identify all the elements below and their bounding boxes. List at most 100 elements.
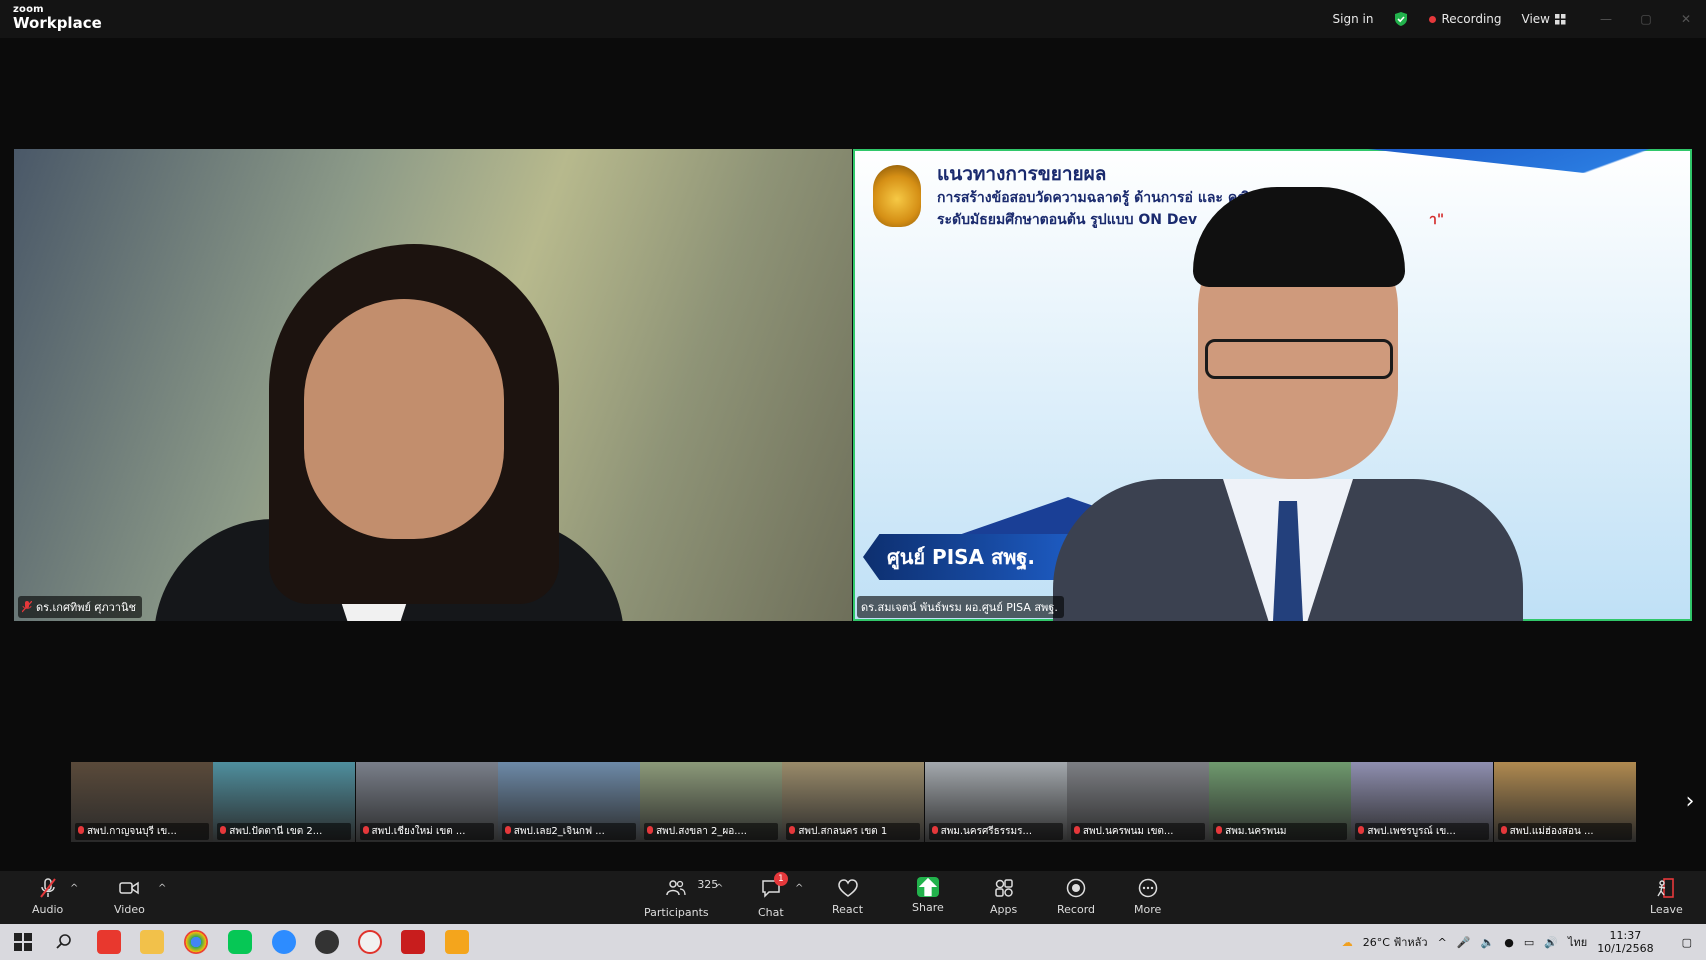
pisa-banner: ศูนย์ PISA สพฐ. xyxy=(863,534,1068,580)
gallery-thumbnail[interactable]: สพม.นครศรีธรรมร... xyxy=(924,762,1067,842)
gallery-thumbnail[interactable]: สพป.นครพนม เขต... xyxy=(1066,762,1209,842)
chevron-up-icon[interactable]: ^ xyxy=(1438,936,1447,949)
leave-button[interactable]: Leave xyxy=(1650,877,1683,916)
chrome-icon[interactable] xyxy=(184,930,208,954)
obs-app-icon[interactable] xyxy=(315,930,339,954)
meeting-toolbar: Audio ^ Video ^ 325 Participants ^ 1 Cha… xyxy=(0,871,1706,924)
grid-icon xyxy=(1555,13,1566,24)
logo-big: Workplace xyxy=(13,14,102,32)
gallery-thumbnail-label: สพป.เพชรบูรณ์ เข... xyxy=(1355,823,1490,840)
zoom-app-icon[interactable] xyxy=(272,930,296,954)
taskbar-clock[interactable]: 11:37 10/1/2568 xyxy=(1597,929,1653,955)
gallery-thumbnail[interactable]: สพป.เพชรบูรณ์ เข... xyxy=(1351,762,1494,842)
gallery-thumbnail[interactable]: สพป.สงขลา 2_ผอ.... xyxy=(640,762,783,842)
heart-icon xyxy=(837,879,858,897)
mic-muted-icon xyxy=(39,878,56,898)
notification-icon[interactable]: ▢ xyxy=(1682,936,1692,949)
gallery-thumbnail-label: สพป.กาญจนบุรี เข... xyxy=(75,823,209,840)
video-tile-left[interactable]: ดร.เกศทิพย์ ศุภวานิช xyxy=(14,149,852,621)
maximize-button[interactable]: ▢ xyxy=(1626,12,1666,26)
gallery-thumbnail[interactable]: สพป.สกลนคร เขต 1 xyxy=(782,762,925,842)
video-button[interactable]: Video xyxy=(114,877,145,916)
gallery-thumbnail[interactable]: สพป.กาญจนบุรี เข... xyxy=(71,762,213,842)
gallery-thumbnail-label: สพป.เลย2_เจินกฟ ... xyxy=(501,823,636,840)
acrobat-icon[interactable] xyxy=(401,930,425,954)
chat-button[interactable]: 1 Chat xyxy=(758,872,788,919)
zoom-window: zoom Workplace Sign in Recording View — … xyxy=(0,0,1706,960)
line-app-icon[interactable] xyxy=(228,930,252,954)
participant-name-tag: ดร.เกศทิพย์ ศุภวานิช xyxy=(18,596,142,618)
video-label: Video xyxy=(114,903,145,916)
video-options-caret[interactable]: ^ xyxy=(158,883,166,894)
participant-face xyxy=(304,299,504,539)
chat-badge: 1 xyxy=(773,872,788,886)
volume-icon[interactable]: 🔊 xyxy=(1544,936,1558,949)
zoom-logo: zoom Workplace xyxy=(13,5,102,31)
title-bar-right: Sign in Recording View — ▢ ✕ xyxy=(1333,0,1706,38)
chat-label: Chat xyxy=(758,906,784,919)
windows-taskbar: ☁ 26°C ฟ้าหลัว ^ 🎤 🔈 ● ▭ 🔊 ไทย 11:37 10/… xyxy=(0,924,1706,960)
slide-quote-fragment: า" xyxy=(1429,212,1445,228)
gallery-thumbnail-label: สพป.ปัตตานี เขต 2... xyxy=(217,823,352,840)
gallery-next-button[interactable]: › xyxy=(1680,790,1700,814)
gallery-thumbnail[interactable]: สพป.เชียงใหม่ เขต ... xyxy=(355,762,498,842)
recording-label: Recording xyxy=(1441,12,1502,26)
share-button[interactable]: Share xyxy=(912,877,944,914)
participants-button[interactable]: 325 Participants xyxy=(644,877,718,919)
obec-emblem-icon xyxy=(873,165,921,227)
windows-logo-icon xyxy=(14,933,32,951)
more-button[interactable]: More xyxy=(1134,877,1161,916)
audio-options-caret[interactable]: ^ xyxy=(70,883,78,894)
slide-title: แนวทางการขยายผล xyxy=(937,163,1107,185)
mic-muted-icon xyxy=(22,601,32,613)
gallery-thumbnail-label: สพป.แม่ฮ่องสอน ... xyxy=(1497,823,1632,840)
participant-name: ดร.เกศทิพย์ ศุภวานิช xyxy=(36,601,136,614)
speaker-icon[interactable]: 🔈 xyxy=(1481,936,1495,949)
audio-button[interactable]: Audio xyxy=(32,877,63,916)
gallery-thumbnail[interactable]: สพป.ปัตตานี เขต 2... xyxy=(213,762,356,842)
apps-button[interactable]: Apps xyxy=(990,877,1017,916)
network-icon[interactable]: ▭ xyxy=(1524,936,1534,949)
chat-options-caret[interactable]: ^ xyxy=(795,883,803,894)
view-button[interactable]: View xyxy=(1522,12,1566,26)
chevron-up-icon: ^ xyxy=(70,883,79,894)
weather-text[interactable]: 26°C ฟ้าหลัว xyxy=(1363,933,1428,951)
language-indicator[interactable]: ไทย xyxy=(1568,933,1587,951)
video-tile-right-active-speaker[interactable]: แนวทางการขยายผล การสร้างข้อสอบวัดความฉลา… xyxy=(853,149,1692,621)
share-screen-icon xyxy=(916,877,939,897)
microphone-icon[interactable]: 🎤 xyxy=(1457,936,1471,949)
speaker-glasses xyxy=(1205,339,1393,379)
recording-indicator[interactable]: Recording xyxy=(1429,12,1502,26)
chevron-up-icon: ^ xyxy=(795,883,804,894)
leave-label: Leave xyxy=(1650,903,1683,916)
gallery-thumbnail-label: สพป.นครพนม เขต... xyxy=(1070,823,1205,840)
close-button[interactable]: ✕ xyxy=(1666,12,1706,26)
react-label: React xyxy=(832,903,864,916)
system-tray: ☁ 26°C ฟ้าหลัว ^ 🎤 🔈 ● ▭ 🔊 ไทย 11:37 10/… xyxy=(1342,924,1706,960)
title-bar: zoom Workplace Sign in Recording View — … xyxy=(0,0,1706,38)
apps-icon xyxy=(994,879,1013,897)
record-button[interactable]: Record xyxy=(1057,877,1095,916)
app-icon-red-ring[interactable] xyxy=(358,930,382,954)
participants-options-caret[interactable]: ^ xyxy=(715,883,723,894)
file-explorer-icon[interactable] xyxy=(140,930,164,954)
gallery-thumbnail-label: สพม.นครพนม xyxy=(1213,823,1348,840)
sign-in-link[interactable]: Sign in xyxy=(1333,12,1374,26)
zoom-tray-icon[interactable]: ● xyxy=(1504,936,1514,949)
gallery-thumbnail[interactable]: สพป.แม่ฮ่องสอน ... xyxy=(1493,762,1636,842)
wps-app-icon[interactable] xyxy=(97,930,121,954)
gallery-thumbnail[interactable]: สพม.นครพนม xyxy=(1209,762,1352,842)
gallery-thumbnail[interactable]: สพป.เลย2_เจินกฟ ... xyxy=(497,762,640,842)
react-button[interactable]: React xyxy=(832,877,863,916)
gallery-thumbnail-label: สพม.นครศรีธรรมร... xyxy=(928,823,1063,840)
taskbar-search-button[interactable] xyxy=(52,930,76,954)
minimize-button[interactable]: — xyxy=(1586,12,1626,26)
participants-icon xyxy=(666,880,686,896)
windows-start-button[interactable] xyxy=(11,930,35,954)
security-shield[interactable] xyxy=(1393,11,1409,27)
active-app-icon[interactable] xyxy=(445,930,469,954)
record-dot-icon xyxy=(1429,15,1437,23)
participants-label: Participants xyxy=(644,906,709,919)
gallery-thumbnail-label: สพป.เชียงใหม่ เขต ... xyxy=(359,823,494,840)
chevron-right-icon: › xyxy=(1685,789,1695,814)
